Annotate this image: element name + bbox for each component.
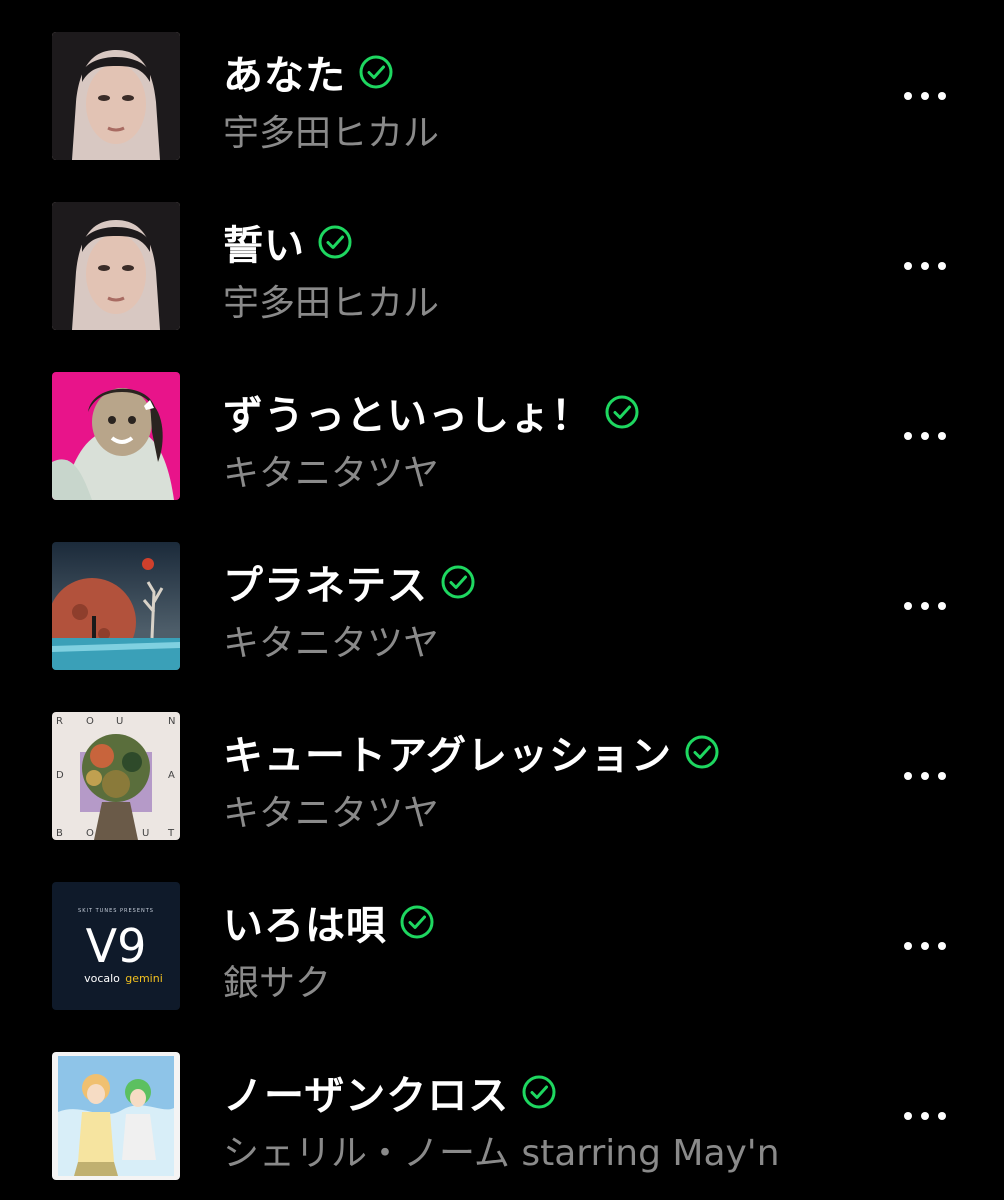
track-title: いろは唄 <box>223 903 387 949</box>
track-row[interactable]: SKIT TUNES PRESENTS V9 vocalo gemini いろは… <box>0 850 1004 1020</box>
track-row[interactable]: 誓い 宇多田ヒカル <box>0 170 1004 340</box>
title-line: いろは唄 <box>223 894 884 950</box>
art-letter: O <box>86 828 94 839</box>
album-art[interactable] <box>52 372 180 500</box>
track-artist: シェリル・ノーム starring May'n <box>223 1133 780 1174</box>
art-letter: A <box>168 770 175 781</box>
art-caption: SKIT TUNES PRESENTS <box>78 908 154 914</box>
ellipsis-icon <box>904 942 946 950</box>
art-letter: U <box>116 716 123 727</box>
track-row[interactable]: ノーザンクロス シェリル・ノーム starring May'n <box>0 1020 1004 1190</box>
ellipsis-icon <box>904 772 946 780</box>
album-art[interactable]: R O U N D A B O U T <box>52 712 180 840</box>
art-letter: R <box>56 716 63 727</box>
track-title: ずうっといっしょ！ <box>223 393 592 439</box>
downloaded-check-icon <box>358 54 394 90</box>
track-text: プラネテス キタニタツヤ <box>223 554 884 666</box>
title-line: ずうっといっしょ！ <box>223 384 884 440</box>
track-title: あなた <box>223 53 346 99</box>
album-art[interactable] <box>52 32 180 160</box>
track-row[interactable]: R O U N D A B O U T キュートアグレッション キタニタツヤ <box>0 680 1004 850</box>
downloaded-check-icon <box>521 1074 557 1110</box>
art-letter: N <box>168 716 175 727</box>
v9-vocalo-gemini-logo-art: SKIT TUNES PRESENTS V9 vocalo gemini <box>52 882 180 1010</box>
track-text: あなた 宇多田ヒカル <box>223 44 884 156</box>
portrait-woman-dark-hair-art <box>52 32 180 160</box>
anime-girl-pink-background-art <box>52 372 180 500</box>
track-text: 誓い 宇多田ヒカル <box>223 214 884 326</box>
more-options-button[interactable] <box>896 1098 954 1134</box>
album-art[interactable] <box>52 202 180 330</box>
art-letter: T <box>167 828 175 839</box>
downloaded-check-icon <box>399 904 435 940</box>
title-line: あなた <box>223 44 884 100</box>
art-letter: D <box>56 770 64 781</box>
ellipsis-icon <box>904 1112 946 1120</box>
track-artist: キタニタツヤ <box>223 623 440 664</box>
track-artist: 宇多田ヒカル <box>223 113 440 154</box>
track-artist: キタニタツヤ <box>223 453 440 494</box>
art-sub-right: gemini <box>125 972 163 985</box>
track-text: ノーザンクロス シェリル・ノーム starring May'n <box>223 1064 884 1176</box>
album-art[interactable] <box>52 1052 180 1180</box>
track-text: キュートアグレッション キタニタツヤ <box>223 724 884 836</box>
track-title: キュートアグレッション <box>223 733 672 779</box>
downloaded-check-icon <box>317 224 353 260</box>
track-list: あなた 宇多田ヒカル 誓い 宇多田ヒカル ずうっといっしょ！ キタニタツヤ プラ… <box>0 0 1004 1200</box>
ellipsis-icon <box>904 602 946 610</box>
art-sub-left: vocalo <box>84 972 120 985</box>
album-art[interactable] <box>52 542 180 670</box>
track-title: プラネテス <box>223 563 428 609</box>
more-options-button[interactable] <box>896 758 954 794</box>
anime-duo-sky-art <box>52 1052 180 1180</box>
ellipsis-icon <box>904 432 946 440</box>
track-title: ノーザンクロス <box>223 1073 510 1119</box>
track-artist: 銀サク <box>223 963 332 1004</box>
art-letter: U <box>142 828 149 839</box>
album-art[interactable]: SKIT TUNES PRESENTS V9 vocalo gemini <box>52 882 180 1010</box>
track-row[interactable]: プラネテス キタニタツヤ <box>0 510 1004 680</box>
art-logo: V9 <box>86 919 147 973</box>
title-line: プラネテス <box>223 554 884 610</box>
ellipsis-icon <box>904 92 946 100</box>
more-options-button[interactable] <box>896 78 954 114</box>
track-title: 誓い <box>223 223 305 269</box>
title-line: キュートアグレッション <box>223 724 884 780</box>
more-options-button[interactable] <box>896 248 954 284</box>
track-row[interactable]: ずうっといっしょ！ キタニタツヤ <box>0 340 1004 510</box>
track-row[interactable]: あなた 宇多田ヒカル <box>0 0 1004 170</box>
downloaded-check-icon <box>440 564 476 600</box>
track-text: ずうっといっしょ！ キタニタツヤ <box>223 384 884 496</box>
track-text: いろは唄 銀サク <box>223 894 884 1006</box>
portrait-woman-dark-hair-art <box>52 202 180 330</box>
ellipsis-icon <box>904 262 946 270</box>
title-line: 誓い <box>223 214 884 270</box>
more-options-button[interactable] <box>896 928 954 964</box>
art-letter: O <box>86 716 94 727</box>
more-options-button[interactable] <box>896 418 954 454</box>
downloaded-check-icon <box>604 394 640 430</box>
track-artist: キタニタツヤ <box>223 793 440 834</box>
track-artist: 宇多田ヒカル <box>223 283 440 324</box>
title-line: ノーザンクロス <box>223 1064 884 1120</box>
more-options-button[interactable] <box>896 588 954 624</box>
red-moon-ocean-landscape-art <box>52 542 180 670</box>
downloaded-check-icon <box>684 734 720 770</box>
botanical-collage-roundabout-art: R O U N D A B O U T <box>52 712 180 840</box>
art-letter: B <box>56 828 63 839</box>
